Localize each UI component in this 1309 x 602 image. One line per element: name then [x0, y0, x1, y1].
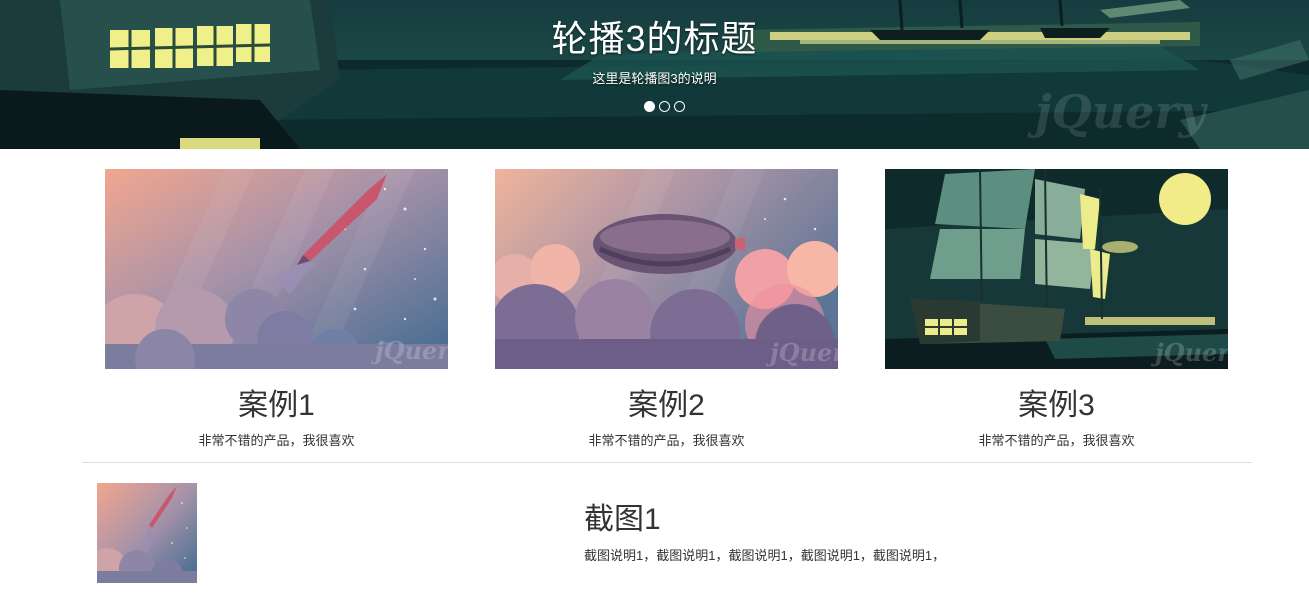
case-3-image[interactable]: jQuery [885, 169, 1228, 369]
svg-text:jQuery: jQuery [766, 338, 838, 367]
section-divider [82, 462, 1252, 463]
case-1-title: 案例1 [238, 389, 315, 422]
carousel-indicator-1[interactable] [644, 101, 655, 112]
screenshot-1-title: 截图1 [584, 503, 661, 536]
carousel-indicator-3[interactable] [674, 101, 685, 112]
screenshot-1-description: 截图说明1，截图说明1，截图说明1，截图说明1，截图说明1， [584, 548, 946, 563]
carousel[interactable]: jQuery 轮播3的标题 这里是轮播图3的说明 [0, 0, 1309, 149]
case-card-3: jQuery 案例3 非常不错的产品，我很喜欢 [885, 169, 1228, 449]
case-1-description: 非常不错的产品，我很喜欢 [198, 433, 355, 448]
case-2-image[interactable]: jQuery [495, 169, 838, 369]
screenshot-1-image[interactable] [97, 483, 197, 583]
svg-text:jQuery: jQuery [371, 336, 448, 365]
case-card-2: jQuery 案例2 非常不错的产品，我很喜欢 [495, 169, 838, 449]
case-1-image[interactable]: jQuery [105, 169, 448, 369]
carousel-caption-title: 轮播3的标题 [551, 18, 758, 59]
case-2-title: 案例2 [628, 389, 705, 422]
carousel-indicators [644, 101, 685, 112]
svg-text:jQuery: jQuery [1027, 85, 1209, 139]
case-card-1: jQuery 案例1 非常不错的产品，我很喜欢 [105, 169, 448, 449]
svg-text:jQuery: jQuery [1151, 338, 1228, 367]
case-2-description: 非常不错的产品，我很喜欢 [588, 433, 745, 448]
case-3-title: 案例3 [1018, 389, 1095, 422]
carousel-caption-description: 这里是轮播图3的说明 [592, 71, 717, 86]
carousel-indicator-2[interactable] [659, 101, 670, 112]
case-3-description: 非常不错的产品，我很喜欢 [978, 433, 1135, 448]
